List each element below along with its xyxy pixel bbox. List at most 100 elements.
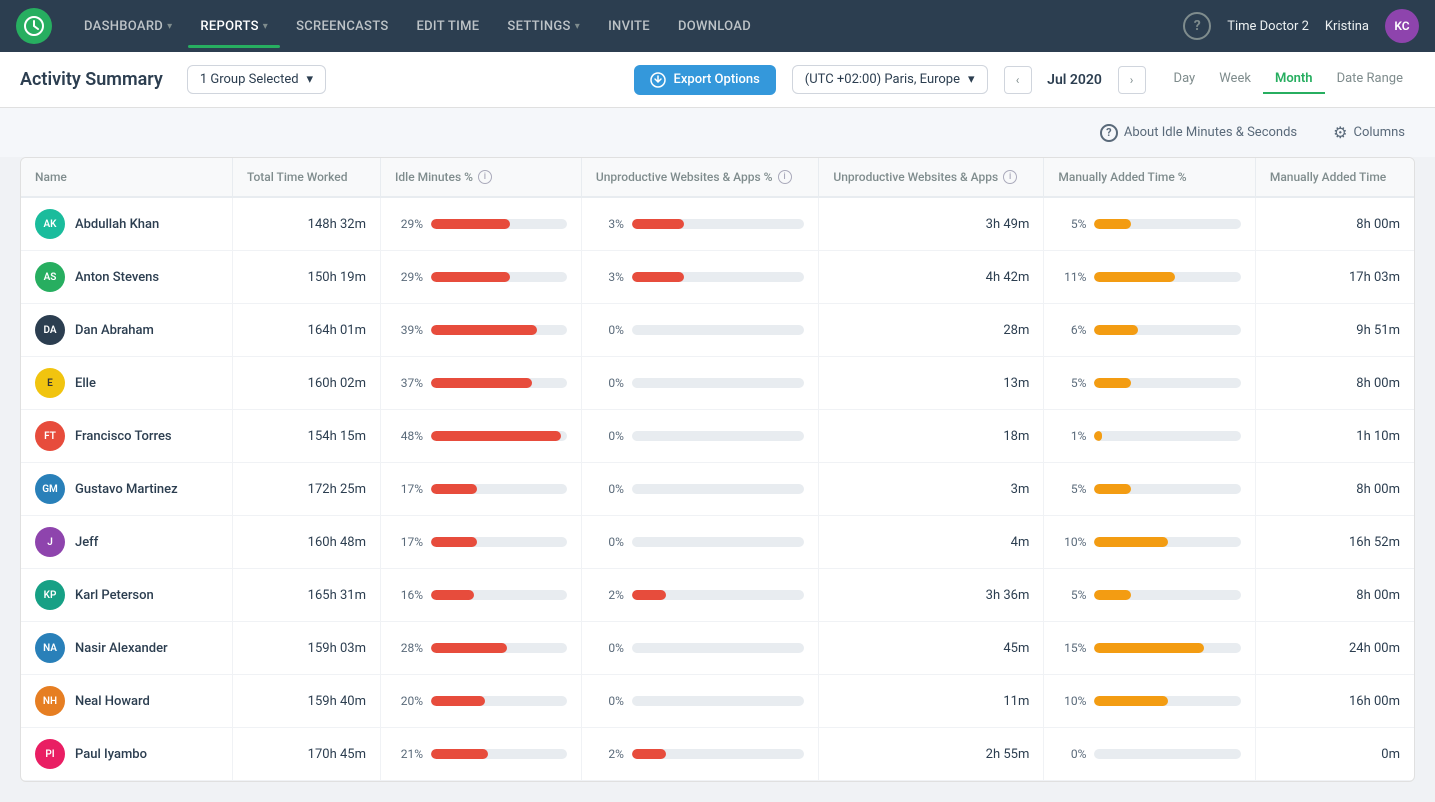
export-options-button[interactable]: Export Options [634, 65, 776, 95]
cell-idle-pct-4: 48% [381, 410, 582, 463]
unproductive-pct-label: 0% [596, 429, 624, 443]
idle-pct-bar-track [431, 537, 567, 547]
cell-idle-pct-3: 37% [381, 357, 582, 410]
nav-settings[interactable]: SETTINGS ▾ [495, 13, 592, 40]
idle-pct-label: 21% [395, 747, 423, 761]
cell-manually-abs-10: 0m [1255, 728, 1414, 781]
cell-name-4: FT Francisco Torres [21, 410, 232, 463]
cell-idle-pct-8: 28% [381, 622, 582, 675]
timezone-chevron-icon: ▾ [968, 72, 975, 87]
manually-pct-label: 0% [1058, 747, 1086, 761]
idle-info-icon: ? [1100, 124, 1118, 142]
table-row[interactable]: AS Anton Stevens 150h 19m 29% 3% 4h 42m … [21, 251, 1414, 304]
timezone-label: (UTC +02:00) Paris, Europe [805, 72, 960, 87]
tab-month[interactable]: Month [1263, 65, 1325, 94]
cell-total-time-1: 150h 19m [232, 251, 380, 304]
cell-name-10: PI Paul Iyambo [21, 728, 232, 781]
cell-manually-pct-1: 11% [1044, 251, 1255, 304]
unproductive-pct-bar-track [632, 378, 805, 388]
unproductive-pct-label: 3% [596, 270, 624, 284]
row-name: Francisco Torres [75, 429, 172, 444]
manually-pct-bar-track [1094, 272, 1240, 282]
unproductive-pct-bar-track [632, 749, 805, 759]
cell-unproductive-abs-5: 3m [819, 463, 1044, 516]
cell-manually-pct-7: 5% [1044, 569, 1255, 622]
nav-reports[interactable]: REPORTS ▾ [188, 13, 280, 40]
columns-button[interactable]: ⚙ Columns [1323, 118, 1415, 147]
table-row[interactable]: FT Francisco Torres 154h 15m 48% 0% 18m … [21, 410, 1414, 463]
row-name: Elle [75, 376, 96, 391]
reports-active-indicator [188, 45, 280, 48]
help-button[interactable]: ? [1183, 12, 1211, 40]
col-header-unproductive-abs: Unproductive Websites & Apps i [819, 158, 1044, 197]
total-time-value: 170h 45m [308, 747, 366, 762]
timezone-selector[interactable]: (UTC +02:00) Paris, Europe ▾ [792, 65, 988, 94]
manually-abs-value: 0m [1381, 747, 1400, 762]
cell-unproductive-abs-2: 28m [819, 304, 1044, 357]
idle-pct-bar-track [431, 590, 567, 600]
nav-edit-time[interactable]: EDIT TIME [405, 13, 492, 40]
manually-pct-bar-fill [1094, 696, 1167, 706]
cell-manually-pct-2: 6% [1044, 304, 1255, 357]
next-period-button[interactable]: › [1118, 66, 1146, 94]
row-avatar: KP [35, 580, 65, 610]
cell-name-2: DA Dan Abraham [21, 304, 232, 357]
group-selector[interactable]: 1 Group Selected ▾ [187, 65, 326, 94]
idle-pct-bar-track [431, 219, 567, 229]
cell-manually-abs-4: 1h 10m [1255, 410, 1414, 463]
table-row[interactable]: KP Karl Peterson 165h 31m 16% 2% 3h 36m … [21, 569, 1414, 622]
manually-pct-bar-fill [1094, 590, 1131, 600]
unproductive-abs-info-icon[interactable]: i [1003, 170, 1017, 184]
cell-unproductive-pct-2: 0% [581, 304, 819, 357]
col-header-name: Name [21, 158, 232, 197]
toolbar: ? About Idle Minutes & Seconds ⚙ Columns [0, 108, 1435, 157]
nav-download[interactable]: DOWNLOAD [666, 13, 763, 40]
table-row[interactable]: GM Gustavo Martinez 172h 25m 17% 0% 3m 5… [21, 463, 1414, 516]
manually-pct-bar-track [1094, 325, 1240, 335]
cell-total-time-3: 160h 02m [232, 357, 380, 410]
row-avatar: E [35, 368, 65, 398]
table-row[interactable]: E Elle 160h 02m 37% 0% 13m 5% 8h 00m [21, 357, 1414, 410]
cell-name-1: AS Anton Stevens [21, 251, 232, 304]
manually-pct-bar-track [1094, 378, 1240, 388]
cell-total-time-2: 164h 01m [232, 304, 380, 357]
table-row[interactable]: AK Abdullah Khan 148h 32m 29% 3% 3h 49m … [21, 197, 1414, 251]
brand-name: Time Doctor 2 [1227, 19, 1309, 34]
idle-info-button[interactable]: ? About Idle Minutes & Seconds [1090, 119, 1307, 147]
unproductive-pct-info-icon[interactable]: i [778, 170, 792, 184]
cell-manually-abs-9: 16h 00m [1255, 675, 1414, 728]
cell-unproductive-abs-7: 3h 36m [819, 569, 1044, 622]
idle-pct-bar-fill [431, 431, 561, 441]
row-name: Jeff [75, 535, 98, 550]
user-avatar[interactable]: KC [1385, 9, 1419, 43]
manually-abs-value: 1h 10m [1356, 429, 1400, 444]
manually-abs-value: 16h 52m [1349, 535, 1400, 550]
table-row[interactable]: DA Dan Abraham 164h 01m 39% 0% 28m 6% 9h… [21, 304, 1414, 357]
table-row[interactable]: NA Nasir Alexander 159h 03m 28% 0% 45m 1… [21, 622, 1414, 675]
cell-manually-abs-6: 16h 52m [1255, 516, 1414, 569]
logo[interactable] [16, 8, 52, 44]
nav-invite[interactable]: INVITE [596, 13, 662, 40]
cell-total-time-9: 159h 40m [232, 675, 380, 728]
row-name: Paul Iyambo [75, 747, 147, 762]
unproductive-pct-label: 0% [596, 482, 624, 496]
nav-dashboard[interactable]: DASHBOARD ▾ [72, 13, 184, 40]
cell-manually-abs-1: 17h 03m [1255, 251, 1414, 304]
idle-pct-info-icon[interactable]: i [478, 170, 492, 184]
cell-manually-pct-9: 10% [1044, 675, 1255, 728]
cell-idle-pct-7: 16% [381, 569, 582, 622]
nav-screencasts[interactable]: SCREENCASTS [284, 13, 400, 40]
tab-week[interactable]: Week [1207, 65, 1263, 94]
manually-pct-label: 15% [1058, 641, 1086, 655]
tab-day[interactable]: Day [1162, 65, 1208, 94]
table-row[interactable]: NH Neal Howard 159h 40m 20% 0% 11m 10% 1… [21, 675, 1414, 728]
cell-name-8: NA Nasir Alexander [21, 622, 232, 675]
cell-manually-abs-0: 8h 00m [1255, 197, 1414, 251]
tab-date-range[interactable]: Date Range [1325, 65, 1415, 94]
table-row[interactable]: J Jeff 160h 48m 17% 0% 4m 10% 16h 52m [21, 516, 1414, 569]
unproductive-pct-bar-track [632, 590, 805, 600]
table-row[interactable]: PI Paul Iyambo 170h 45m 21% 2% 2h 55m 0%… [21, 728, 1414, 781]
unproductive-pct-bar-fill [632, 272, 684, 282]
prev-period-button[interactable]: ‹ [1004, 66, 1032, 94]
manually-pct-label: 11% [1058, 270, 1086, 284]
